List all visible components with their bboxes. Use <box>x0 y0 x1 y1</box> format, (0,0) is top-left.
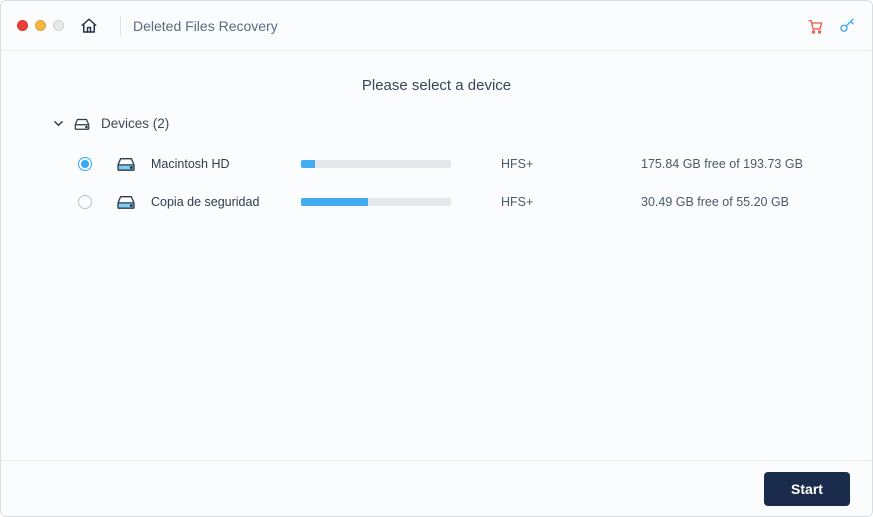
window-minimize-button[interactable] <box>35 20 46 31</box>
usage-bar <box>301 160 451 168</box>
devices-section-header[interactable]: Devices (2) <box>53 116 842 131</box>
drive-icon <box>115 194 151 210</box>
window-close-button[interactable] <box>17 20 28 31</box>
header-actions <box>806 17 856 35</box>
device-free-text: 175.84 GB free of 193.73 GB <box>641 157 842 171</box>
window-controls <box>17 20 64 31</box>
window-zoom-button[interactable] <box>53 20 64 31</box>
device-radio-wrap <box>55 157 115 171</box>
device-radio[interactable] <box>78 157 92 171</box>
usage-bar <box>301 198 451 206</box>
cart-icon <box>806 17 824 35</box>
key-icon <box>838 17 856 35</box>
home-button[interactable] <box>80 17 98 35</box>
cart-button[interactable] <box>806 17 824 35</box>
prompt-heading: Please select a device <box>31 77 842 94</box>
home-icon <box>80 17 98 35</box>
device-list: Macintosh HDHFS+175.84 GB free of 193.73… <box>31 145 842 221</box>
app-window: Deleted Files Recovery Please select a d… <box>0 0 873 517</box>
title-bar: Deleted Files Recovery <box>1 1 872 51</box>
header-divider <box>120 16 121 36</box>
usage-bar-fill <box>301 160 315 168</box>
page-title: Deleted Files Recovery <box>133 18 278 34</box>
devices-section-label: Devices (2) <box>101 116 169 131</box>
footer-bar: Start <box>1 460 872 516</box>
usage-bar-wrap <box>301 160 501 168</box>
license-key-button[interactable] <box>838 17 856 35</box>
device-radio[interactable] <box>78 195 92 209</box>
usage-bar-fill <box>301 198 368 206</box>
device-name: Copia de seguridad <box>151 195 301 209</box>
device-radio-wrap <box>55 195 115 209</box>
drive-icon <box>73 117 91 131</box>
start-button[interactable]: Start <box>764 472 850 506</box>
drive-icon <box>115 156 151 172</box>
main-content: Please select a device Devices (2) Macin… <box>1 51 872 460</box>
device-row[interactable]: Copia de seguridad HFS+30.49 GB free of 5… <box>55 183 842 221</box>
device-name: Macintosh HD <box>151 157 301 171</box>
device-filesystem: HFS+ <box>501 195 641 209</box>
device-filesystem: HFS+ <box>501 157 641 171</box>
chevron-down-icon <box>53 119 63 128</box>
device-row[interactable]: Macintosh HD HFS+175.84 GB free of 193.73… <box>55 145 842 183</box>
device-free-text: 30.49 GB free of 55.20 GB <box>641 195 842 209</box>
usage-bar-wrap <box>301 198 501 206</box>
